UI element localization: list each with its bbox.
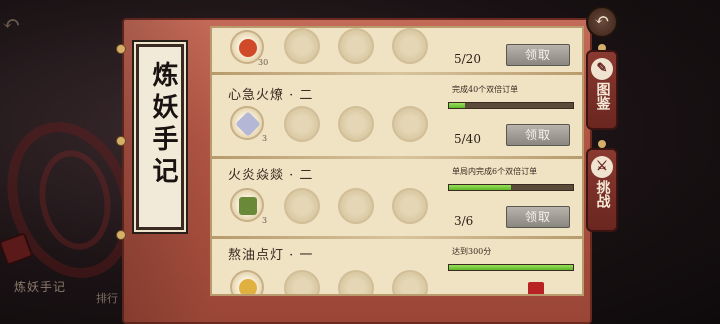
- reward-slot-placeholder: [338, 270, 374, 294]
- gold-coin-icon: [239, 279, 257, 294]
- bottom-label-book: 炼妖手记: [14, 280, 67, 294]
- tab-challenge[interactable]: ⚔ 挑战: [586, 148, 618, 232]
- task-progress-count: 5/40: [454, 132, 481, 146]
- claim-button[interactable]: 领取: [506, 44, 570, 66]
- reward-item-icon[interactable]: [230, 270, 264, 294]
- task-progress-fill: [449, 185, 511, 190]
- sword-icon: ⚔: [591, 156, 613, 178]
- scroll-icon: ✎: [591, 58, 613, 80]
- fire-gem-icon: [239, 39, 257, 57]
- reward-quantity: 3: [262, 216, 268, 225]
- row-divider: [212, 72, 582, 75]
- reward-slot-placeholder: [284, 270, 320, 294]
- reward-item-icon[interactable]: [230, 188, 264, 222]
- task-progress-bar: [448, 184, 574, 191]
- red-seal-icon: [528, 282, 544, 294]
- reward-slot-placeholder: [284, 28, 320, 64]
- tab-pin-icon: [598, 140, 606, 148]
- tab-label: 挑战: [594, 180, 611, 208]
- reward-slot-placeholder: [338, 28, 374, 64]
- reward-quantity: 30: [258, 58, 269, 67]
- reward-slot-placeholder: [284, 106, 320, 142]
- reward-slot-placeholder: [392, 188, 428, 224]
- task-progress-bar: [448, 264, 574, 271]
- reward-slot-placeholder: [392, 28, 428, 64]
- reward-quantity: 3: [262, 134, 268, 143]
- task-condition: 完成40个双倍订单: [452, 85, 519, 94]
- task-progress-bar: [448, 102, 574, 109]
- task-progress-count: 5/20: [454, 52, 481, 66]
- bottom-label-rank: 排行: [96, 292, 118, 305]
- task-name: 火炎焱燚 · 二: [228, 168, 314, 183]
- reward-slot-placeholder: [338, 188, 374, 224]
- reward-item-icon[interactable]: [230, 106, 264, 140]
- task-progress-count: 3/6: [454, 214, 474, 228]
- crystal-icon: [235, 111, 261, 137]
- task-list-panel[interactable]: 30 5/20 领取 心急火燎 · 二 完成40个双倍订单 3 5/40 领取 …: [210, 26, 584, 296]
- left-back-icon: ↶: [2, 12, 21, 37]
- row-divider: [212, 156, 582, 159]
- task-row: 心急火燎 · 二 完成40个双倍订单 3 5/40 领取: [212, 76, 582, 154]
- reward-slot-placeholder: [284, 188, 320, 224]
- reward-slot-placeholder: [392, 270, 428, 294]
- reward-slot-placeholder: [392, 106, 428, 142]
- reward-slot-placeholder: [338, 106, 374, 142]
- task-name: 心急火燎 · 二: [228, 88, 314, 103]
- treasure-chest-icon: [239, 197, 257, 215]
- tab-encyclopedia[interactable]: ✎ 图鉴: [586, 50, 618, 130]
- task-progress-fill: [449, 103, 465, 108]
- task-row: 火炎焱燚 · 二 单局内完成6个双倍订单 3 3/6 领取: [212, 160, 582, 236]
- tab-label: 图鉴: [594, 82, 611, 110]
- task-condition: 达到300分: [452, 247, 492, 256]
- binding-ring-icon: [116, 136, 126, 146]
- task-row: 30 5/20 领取: [212, 28, 582, 70]
- binding-ring-icon: [116, 44, 126, 54]
- back-button[interactable]: ↶: [586, 6, 618, 38]
- claim-button[interactable]: 领取: [506, 124, 570, 146]
- book-title: 炼妖手记: [148, 61, 178, 189]
- book-title-scroll: 炼妖手记: [136, 44, 184, 230]
- claim-button[interactable]: 领取: [506, 206, 570, 228]
- row-divider: [212, 236, 582, 239]
- binding-ring-icon: [116, 230, 126, 240]
- task-condition: 单局内完成6个双倍订单: [452, 167, 538, 176]
- task-progress-fill: [449, 265, 573, 270]
- task-name: 熬油点灯 · 一: [228, 248, 314, 263]
